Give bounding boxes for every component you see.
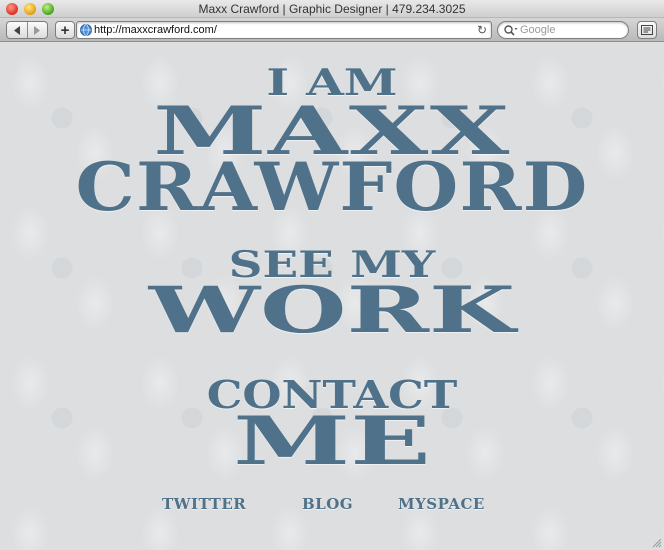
social-links: TWITTER BLOG MYSPACE bbox=[0, 495, 664, 515]
bookmarks-icon bbox=[641, 25, 653, 35]
back-button[interactable] bbox=[7, 22, 27, 38]
contact-link[interactable]: ME bbox=[0, 408, 664, 474]
forward-arrow-icon bbox=[34, 25, 41, 35]
blog-link[interactable]: BLOG bbox=[302, 495, 353, 513]
search-icon bbox=[504, 25, 518, 36]
twitter-link[interactable]: TWITTER bbox=[162, 495, 246, 513]
window-title: Maxx Crawford | Graphic Designer | 479.2… bbox=[198, 2, 466, 16]
search-box[interactable] bbox=[497, 21, 629, 39]
forward-button[interactable] bbox=[26, 22, 48, 38]
globe-icon bbox=[80, 24, 92, 36]
page-content: I AM MAXX CRAWFORD SEE MY WORK CONTACT M… bbox=[0, 43, 664, 550]
history-buttons bbox=[6, 21, 48, 39]
back-arrow-icon bbox=[13, 25, 20, 35]
title-bar: Maxx Crawford | Graphic Designer | 479.2… bbox=[0, 0, 664, 18]
search-input[interactable] bbox=[520, 23, 624, 37]
bookmarks-button[interactable] bbox=[637, 21, 657, 39]
myspace-link[interactable]: MYSPACE bbox=[398, 495, 485, 513]
hero-last-name: CRAWFORD bbox=[75, 148, 589, 226]
resize-grip-icon[interactable] bbox=[650, 536, 662, 548]
work-link[interactable]: WORK bbox=[0, 279, 664, 343]
browser-toolbar: + http://maxxcrawford.com/ ↻ bbox=[0, 18, 664, 42]
add-bookmark-button[interactable]: + bbox=[55, 21, 75, 39]
address-bar[interactable]: http://maxxcrawford.com/ ↻ bbox=[76, 21, 492, 39]
url-text: http://maxxcrawford.com/ bbox=[94, 24, 217, 36]
reload-icon[interactable]: ↻ bbox=[477, 23, 487, 37]
